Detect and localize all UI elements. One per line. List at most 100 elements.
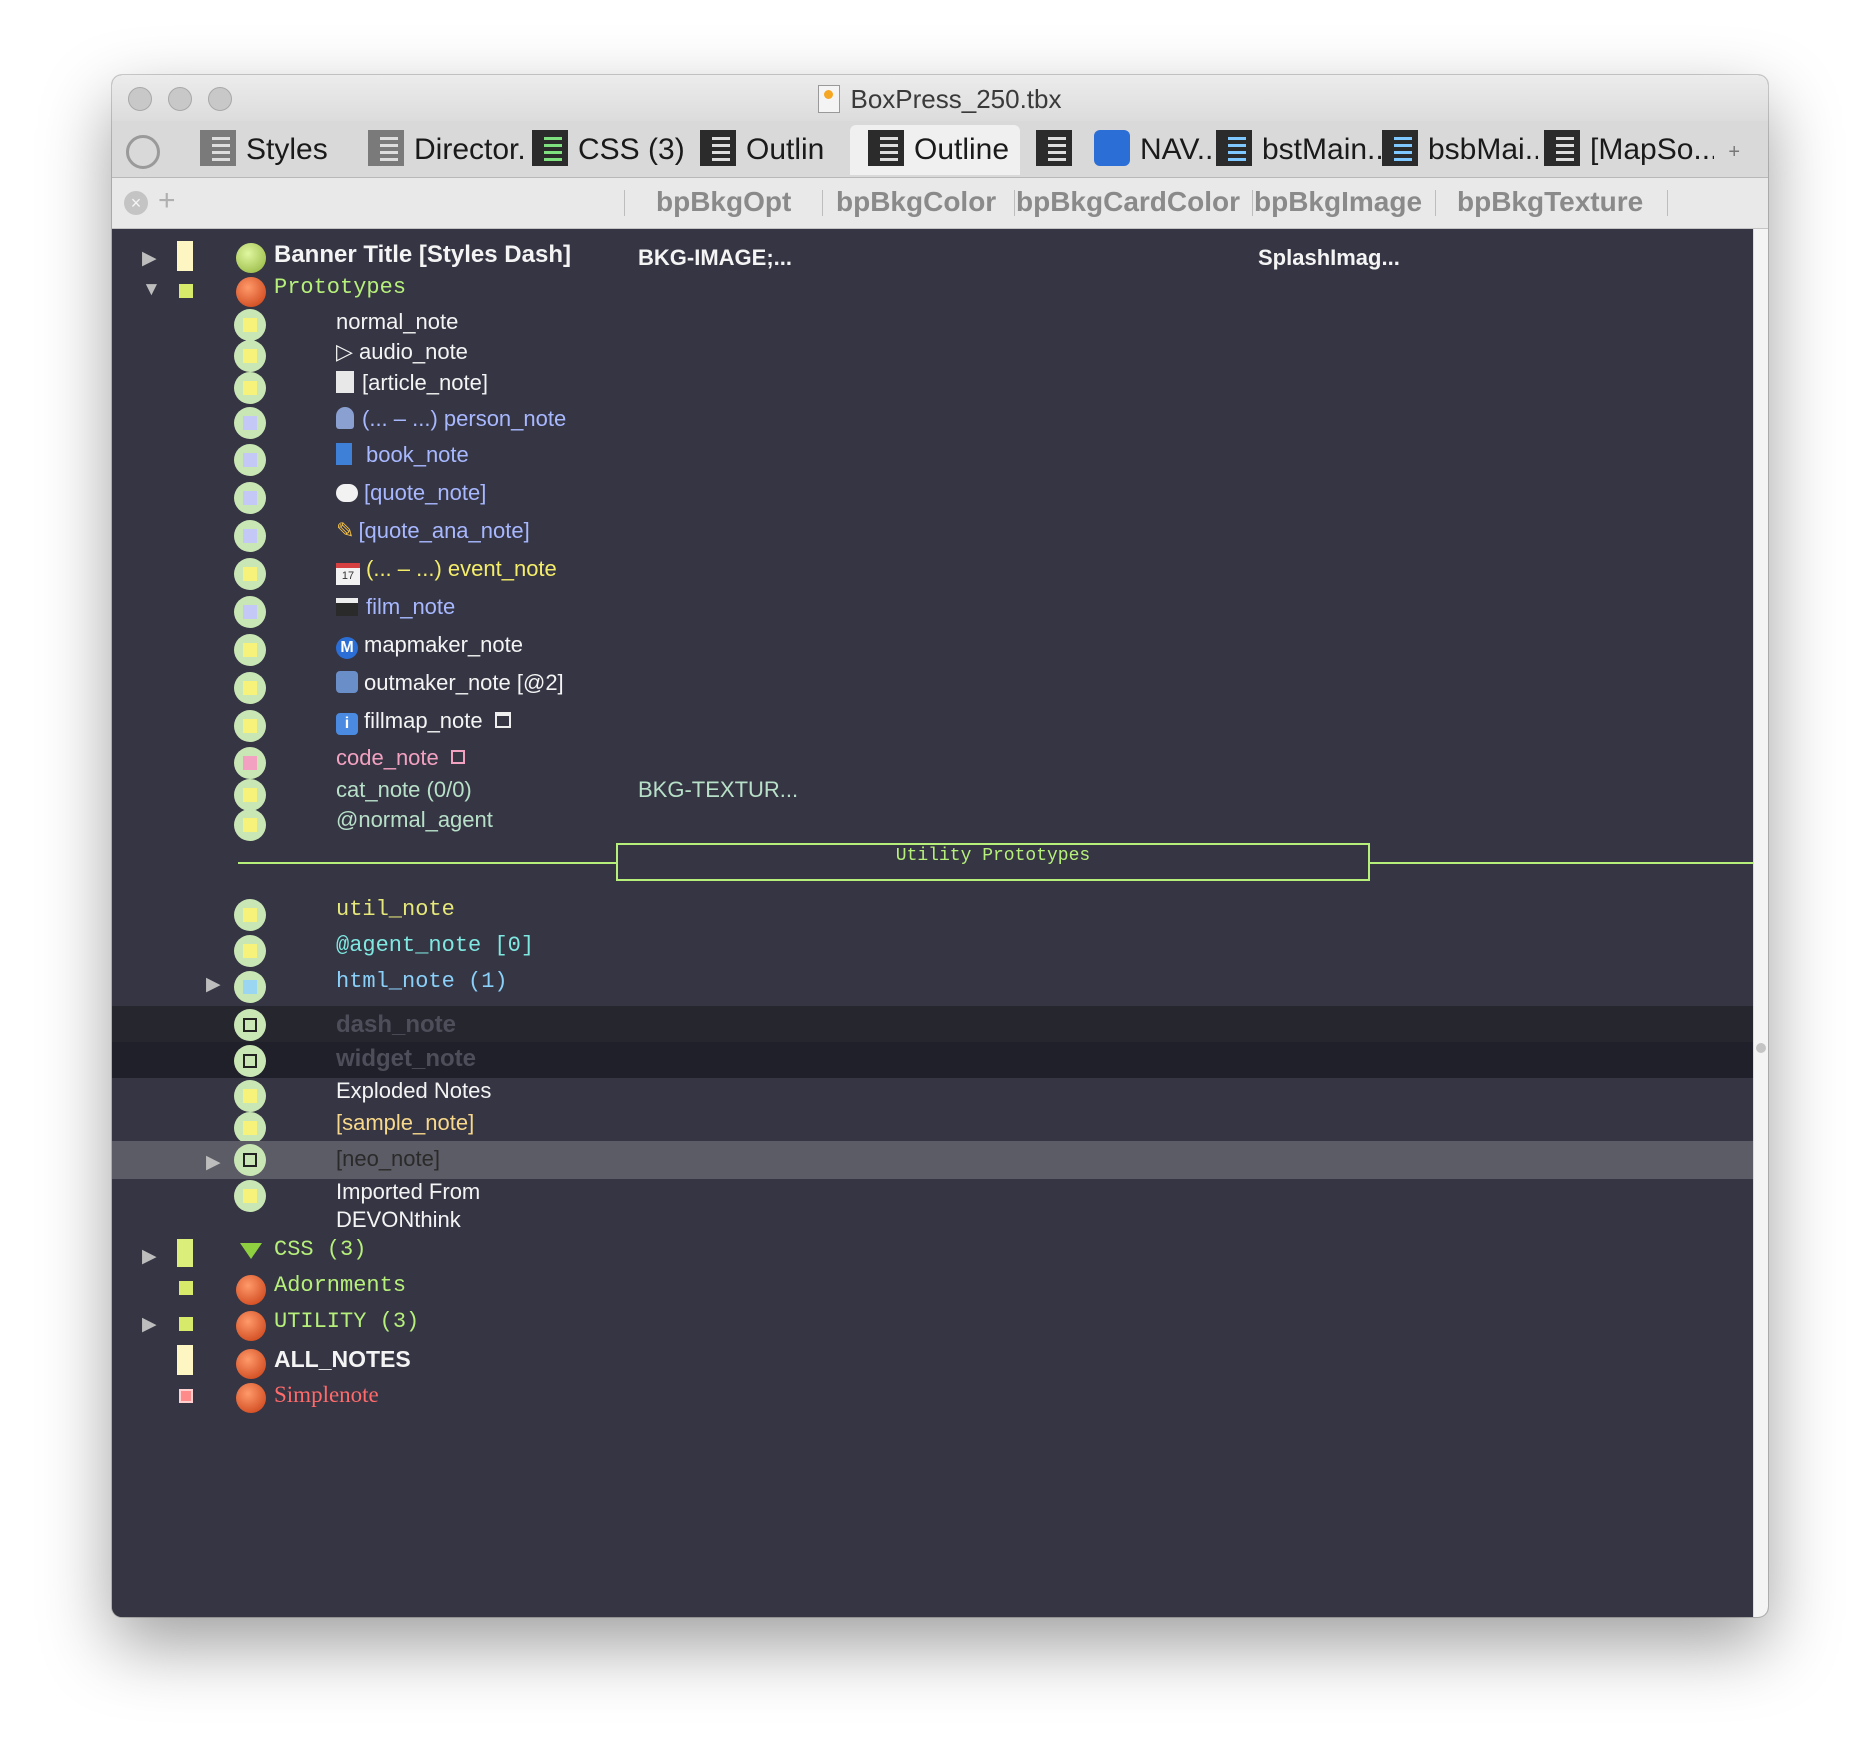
row-exploded-notes[interactable]: Exploded Notes <box>336 1078 491 1104</box>
row-label: [article_note] <box>362 370 488 395</box>
tab-css[interactable]: CSS (3) <box>532 125 692 175</box>
prototype-badge-icon <box>234 520 266 552</box>
row-article-note[interactable]: [article_note] <box>336 370 488 396</box>
tab-outlin[interactable]: Outlin <box>700 125 848 175</box>
tab-label: bstMain... <box>1262 133 1382 166</box>
disclosure-triangle-icon[interactable]: ▶ <box>206 1151 221 1174</box>
outline-view-icon <box>200 130 236 166</box>
tab-bsbmai[interactable]: bsbMai... <box>1382 125 1538 175</box>
prototype-badge-icon <box>234 710 266 742</box>
cell-cat-note-bkgopt[interactable]: BKG-TEXTUR... <box>638 777 798 803</box>
row-utility[interactable]: UTILITY (3) <box>274 1309 419 1334</box>
disclosure-triangle-icon[interactable]: ▶ <box>142 1245 157 1268</box>
note-color-swatch-icon <box>177 1345 193 1375</box>
column-header-bpbkgtexture[interactable]: bpBkgTexture <box>1457 186 1643 218</box>
column-header-bpbkgopt[interactable]: bpBkgOpt <box>656 186 791 218</box>
column-header-bpbkgcardcolor[interactable]: bpBkgCardColor <box>1016 186 1240 218</box>
outline-view-icon <box>1216 130 1252 166</box>
row-imported-from[interactable]: Imported From <box>336 1179 480 1205</box>
prototype-badge-icon <box>234 482 266 514</box>
column-divider[interactable] <box>1667 190 1668 216</box>
row-film-note[interactable]: film_note <box>336 594 455 620</box>
tab-outline-active[interactable]: Outline <box>850 125 1020 175</box>
row-quote-ana-note[interactable]: ✎ [quote_ana_note] <box>336 518 530 544</box>
tab-director[interactable]: Director... <box>368 125 526 175</box>
tab-label: bsbMai... <box>1428 133 1538 166</box>
row-mapmaker-note[interactable]: Mmapmaker_note <box>336 632 523 659</box>
outline-abcd-icon <box>336 671 358 693</box>
row-simplenote[interactable]: Simplenote <box>274 1382 379 1408</box>
column-divider[interactable] <box>1252 190 1253 216</box>
column-header-bpbkgimage[interactable]: bpBkgImage <box>1254 186 1422 218</box>
separator-line <box>1370 862 1754 864</box>
row-sample-note[interactable]: [sample_note] <box>336 1110 474 1136</box>
cell-banner-bkgimage[interactable]: SplashImag... <box>1258 245 1400 271</box>
row-widget-note[interactable]: widget_note <box>336 1045 476 1073</box>
title-bar: BoxPress_250.tbx <box>112 75 1768 121</box>
row-banner-title[interactable]: Banner Title [Styles Dash] <box>274 241 571 269</box>
disclosure-triangle-open-icon[interactable]: ▼ <box>142 279 161 301</box>
row-cat-note[interactable]: cat_note (0/0) <box>336 777 472 803</box>
add-column-button[interactable]: + <box>158 184 176 218</box>
tab-styles[interactable]: Styles <box>200 125 350 175</box>
prototype-badge-icon <box>234 558 266 590</box>
pencil-icon: ✎ <box>336 518 355 543</box>
cell-banner-bkgopt[interactable]: BKG-IMAGE;... <box>638 245 792 271</box>
speech-bubble-icon <box>336 484 358 502</box>
row-fillmap-note[interactable]: i fillmap_note <box>336 708 511 735</box>
disclosure-triangle-icon[interactable]: ▶ <box>142 1313 157 1336</box>
disclosure-triangle-icon[interactable]: ▶ <box>142 247 157 270</box>
row-html-note[interactable]: html_note (1) <box>336 969 508 994</box>
row-normal-note[interactable]: normal_note <box>336 309 458 335</box>
add-tab-button[interactable]: + <box>1728 141 1740 164</box>
row-prototypes[interactable]: Prototypes <box>274 275 406 300</box>
row-event-note[interactable]: 17 (... – ...) event_note <box>336 556 557 585</box>
history-circle-icon[interactable] <box>126 135 160 169</box>
red-ball-icon <box>236 1383 266 1418</box>
prototype-badge-icon <box>234 1112 266 1144</box>
row-label: [quote_note] <box>364 480 487 505</box>
row-outmaker-note[interactable]: outmaker_note [@2] <box>336 670 564 696</box>
outline-view-icon <box>700 130 736 166</box>
row-agent-note[interactable]: @agent_note [0] <box>336 933 534 958</box>
row-quote-note[interactable]: [quote_note] <box>336 480 486 506</box>
separator-utility-prototypes[interactable]: Utility Prototypes <box>616 843 1370 881</box>
red-ball-icon <box>236 1349 266 1384</box>
row-person-note[interactable]: (... – ...) person_note <box>336 406 566 432</box>
row-label: (... – ...) person_note <box>362 406 567 431</box>
prototype-badge-icon <box>234 407 266 439</box>
column-divider[interactable] <box>1435 190 1436 216</box>
calendar-icon: 17 <box>336 563 360 585</box>
vertical-scrollbar[interactable] <box>1753 229 1768 1617</box>
tab-bstmain[interactable]: bstMain... <box>1216 125 1382 175</box>
remove-column-icon[interactable]: × <box>124 191 148 215</box>
scroll-knob[interactable] <box>1756 1043 1766 1053</box>
tab-outline-small[interactable] <box>1036 125 1076 175</box>
prototype-badge-icon <box>234 309 266 341</box>
column-divider[interactable] <box>624 190 625 216</box>
row-audio-note[interactable]: ▷ audio_note <box>336 339 468 365</box>
tab-mapso[interactable]: [MapSo... <box>1544 125 1714 175</box>
row-normal-agent[interactable]: @normal_agent <box>336 807 493 833</box>
column-divider[interactable] <box>822 190 823 216</box>
row-label: book_note <box>366 442 469 467</box>
tab-nav[interactable]: NAV... <box>1094 125 1224 175</box>
row-all-notes[interactable]: ALL_NOTES <box>274 1346 411 1373</box>
prototype-badge-icon <box>234 935 266 967</box>
row-css[interactable]: CSS (3) <box>274 1237 366 1262</box>
row-neo-note[interactable]: [neo_note] <box>336 1146 440 1172</box>
prototype-badge-icon <box>234 372 266 404</box>
disclosure-triangle-icon[interactable]: ▶ <box>206 973 221 996</box>
row-adornments[interactable]: Adornments <box>274 1273 406 1298</box>
outline-view[interactable]: ▶ Banner Title [Styles Dash] BKG-IMAGE;.… <box>112 229 1754 1617</box>
outline-view-icon <box>532 130 568 166</box>
row-code-note[interactable]: code_note <box>336 745 465 771</box>
prototype-badge-icon <box>234 1045 266 1077</box>
column-header-bpbkgcolor[interactable]: bpBkgColor <box>836 186 996 218</box>
column-divider[interactable] <box>1014 190 1015 216</box>
tab-label: [MapSo... <box>1590 133 1714 166</box>
row-dash-note[interactable]: dash_note <box>336 1011 456 1039</box>
row-imported-devonthink[interactable]: DEVONthink <box>336 1207 461 1233</box>
row-book-note[interactable]: book_note <box>336 442 469 468</box>
row-util-note[interactable]: util_note <box>336 897 455 922</box>
